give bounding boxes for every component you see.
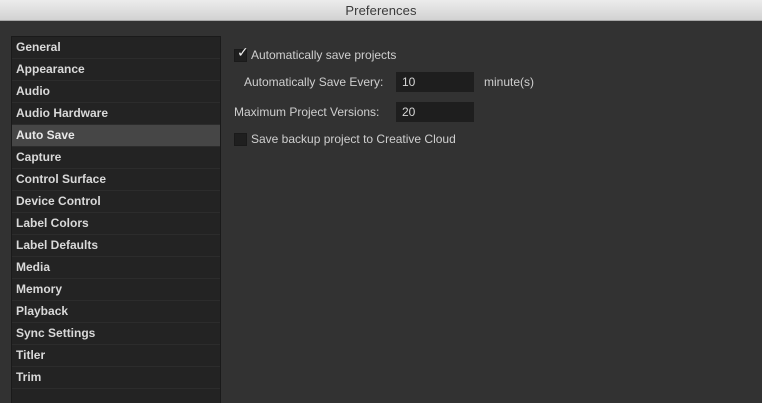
save-every-row: Automatically Save Every: minute(s) (244, 72, 534, 92)
sidebar-item-general[interactable]: General (12, 37, 220, 59)
sidebar-item-label: Capture (16, 150, 62, 164)
window-title: Preferences (345, 2, 417, 18)
sidebar-item-label: Label Defaults (16, 238, 99, 252)
preferences-window: Preferences General Appearance Audio Aud… (0, 0, 762, 403)
creative-cloud-row: Save backup project to Creative Cloud (234, 132, 456, 146)
sidebar-item-playback[interactable]: Playback (12, 301, 220, 323)
sidebar-item-label: Audio (16, 84, 50, 98)
sidebar-item-label: Device Control (16, 194, 101, 208)
sidebar-item-label: Audio Hardware (16, 106, 109, 120)
auto-save-checkbox[interactable]: ✓ (234, 44, 249, 62)
save-every-field[interactable] (396, 72, 474, 92)
sidebar-item-memory[interactable]: Memory (12, 279, 220, 301)
preferences-category-list: General Appearance Audio Audio Hardware … (11, 36, 221, 403)
save-every-unit: minute(s) (484, 75, 535, 89)
max-versions-field[interactable] (396, 102, 474, 122)
sidebar-item-capture[interactable]: Capture (12, 147, 220, 169)
sidebar-item-label: Playback (16, 304, 69, 318)
auto-save-checkbox-label[interactable]: Automatically save projects (251, 48, 396, 62)
sidebar-item-auto-save[interactable]: Auto Save (12, 125, 220, 147)
sidebar-item-trim[interactable]: Trim (12, 367, 220, 389)
sidebar-item-label: Label Colors (16, 216, 89, 230)
sidebar-item-label: Control Surface (16, 172, 107, 186)
sidebar-item-sync-settings[interactable]: Sync Settings (12, 323, 220, 345)
auto-save-row: ✓ Automatically save projects (234, 44, 396, 62)
creative-cloud-checkbox-label[interactable]: Save backup project to Creative Cloud (251, 132, 456, 146)
sidebar-item-label: Memory (16, 282, 63, 296)
sidebar-item-audio[interactable]: Audio (12, 81, 220, 103)
sidebar-item-device-control[interactable]: Device Control (12, 191, 220, 213)
sidebar-item-label-defaults[interactable]: Label Defaults (12, 235, 220, 257)
sidebar-item-label: Trim (16, 370, 42, 384)
sidebar-item-label: Appearance (16, 62, 85, 76)
max-versions-row: Maximum Project Versions: (234, 102, 474, 122)
sidebar-item-control-surface[interactable]: Control Surface (12, 169, 220, 191)
sidebar-item-label: Titler (16, 348, 46, 362)
sidebar-item-titler[interactable]: Titler (12, 345, 220, 367)
sidebar-item-label: Media (16, 260, 51, 274)
creative-cloud-checkbox[interactable] (234, 132, 247, 146)
max-versions-label: Maximum Project Versions: (234, 105, 380, 119)
sidebar-item-media[interactable]: Media (12, 257, 220, 279)
save-every-label: Automatically Save Every: (244, 75, 384, 89)
auto-save-panel: ✓ Automatically save projects Automatica… (222, 36, 762, 403)
sidebar-item-label-colors[interactable]: Label Colors (12, 213, 220, 235)
sidebar-item-audio-hardware[interactable]: Audio Hardware (12, 103, 220, 125)
sidebar-item-label: Auto Save (16, 128, 75, 142)
sidebar-item-appearance[interactable]: Appearance (12, 59, 220, 81)
title-bar[interactable]: Preferences (0, 0, 762, 21)
sidebar-item-label: Sync Settings (16, 326, 96, 340)
sidebar-item-label: General (16, 40, 61, 54)
checkmark-icon: ✓ (237, 44, 249, 61)
